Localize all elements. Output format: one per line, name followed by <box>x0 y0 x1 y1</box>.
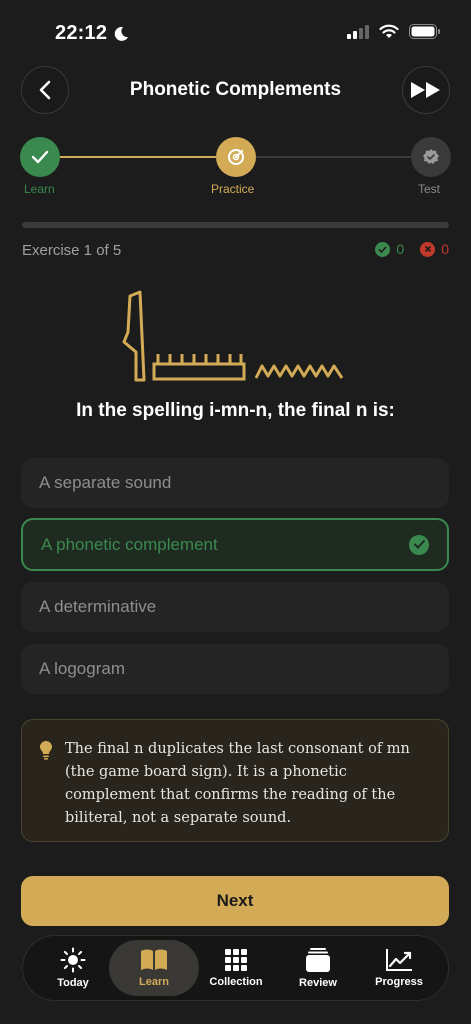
battery-icon <box>409 24 440 39</box>
seal-check-icon <box>423 149 439 164</box>
question-text: In the spelling i-mn-n, the final n is: <box>76 400 395 421</box>
hieroglyph-image <box>122 290 344 382</box>
answer-option-label: A phonetic complement <box>41 534 218 554</box>
correct-count: 0 <box>396 241 405 257</box>
tab-label: Collection <box>209 976 263 988</box>
score-summary: 0 0 <box>375 241 449 257</box>
lightbulb-icon <box>40 741 52 760</box>
grid-icon <box>225 949 247 971</box>
practice-screen: 22:12 Phonetic Complements Learn Practic… <box>0 0 471 1024</box>
answer-option[interactable]: A logogram <box>21 644 449 694</box>
cellular-signal-icon <box>347 24 369 39</box>
status-icons <box>347 24 441 39</box>
step-label-practice: Practice <box>211 182 255 196</box>
skip-forward-button[interactable] <box>402 66 450 114</box>
book-icon <box>141 949 167 970</box>
check-circle-icon <box>409 534 429 555</box>
stepper-line-pending <box>255 156 411 158</box>
answer-option[interactable]: A separate sound <box>21 458 449 508</box>
wrong-icon <box>420 241 436 257</box>
step-label-test: Test <box>418 182 441 196</box>
answer-option-label: A separate sound <box>39 473 172 492</box>
exercise-progress-bar <box>22 222 449 228</box>
tab-review[interactable]: Review <box>273 940 363 996</box>
wrong-count: 0 <box>441 241 449 257</box>
tab-collection[interactable]: Collection <box>191 940 281 996</box>
answer-option-correct[interactable]: A phonetic complement <box>21 518 449 571</box>
tab-label: Progress <box>375 976 423 988</box>
tab-progress[interactable]: Progress <box>354 940 444 996</box>
check-icon <box>31 150 49 164</box>
tab-label: Today <box>57 977 89 989</box>
tab-bar: Today Learn Collection Review Progress <box>22 935 449 1001</box>
status-time: 22:12 <box>55 22 129 45</box>
explanation-text: The final n duplicates the last consonan… <box>65 741 410 826</box>
answer-option-label: A determinative <box>39 597 157 616</box>
step-test[interactable] <box>411 137 451 177</box>
next-button[interactable]: Next <box>21 876 449 926</box>
tab-label: Review <box>299 977 337 989</box>
page-title: Phonetic Complements <box>129 79 342 100</box>
explanation-card: The final n duplicates the last consonan… <box>21 719 449 842</box>
step-practice[interactable] <box>216 137 256 177</box>
tab-learn[interactable]: Learn <box>109 940 199 996</box>
moon-icon <box>114 26 129 41</box>
target-icon <box>228 149 244 165</box>
cards-icon <box>306 948 330 972</box>
tab-today[interactable]: Today <box>28 940 118 996</box>
fast-forward-icon <box>411 82 440 98</box>
answer-option[interactable]: A determinative <box>21 582 449 632</box>
stepper-line-completed <box>60 156 216 158</box>
answer-option-label: A logogram <box>39 659 125 678</box>
sun-icon <box>60 947 86 973</box>
chart-icon <box>386 949 412 971</box>
step-label-learn: Learn <box>24 182 55 196</box>
correct-icon <box>375 241 391 257</box>
step-learn[interactable] <box>20 137 60 177</box>
exercise-counter: Exercise 1 of 5 <box>22 242 122 259</box>
status-time-text: 22:12 <box>55 22 108 44</box>
wifi-icon <box>379 24 399 38</box>
tab-label: Learn <box>139 976 169 988</box>
